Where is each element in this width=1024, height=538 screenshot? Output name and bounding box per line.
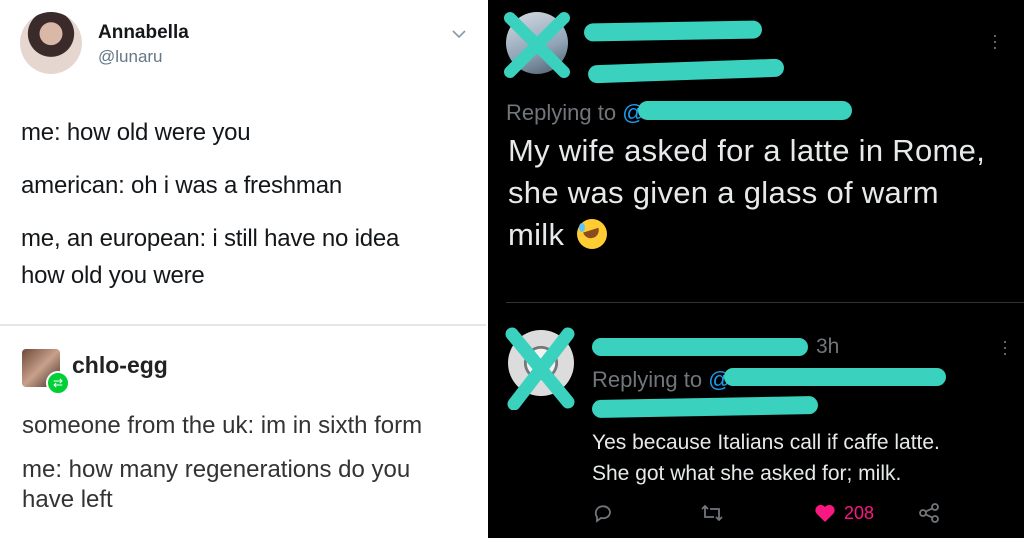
- censor-scribble-reply: [638, 101, 852, 120]
- censor-scribble-name: [583, 20, 763, 42]
- author-name[interactable]: Annabella: [98, 22, 189, 44]
- tweet-text-line: Yes because Italians call if caffe latte…: [592, 431, 940, 454]
- tweet-text-line: how old you were: [21, 262, 205, 289]
- censor-scribble-name: [592, 338, 808, 356]
- heart-icon: [815, 504, 835, 522]
- tumblr-text-line: someone from the uk: im in sixth form: [22, 412, 423, 439]
- tweet-text-line: milk: [508, 217, 608, 253]
- share-icon: [919, 503, 939, 523]
- like-count: 208: [844, 502, 875, 523]
- reply-icon: [594, 505, 611, 523]
- chevron-down-icon[interactable]: [451, 26, 467, 42]
- tweet-text-line: american: oh i was a freshman: [21, 172, 343, 199]
- tweet-text-line: me: how old were you: [21, 119, 251, 146]
- like-button[interactable]: 208: [814, 500, 874, 526]
- right-panel: · · · Replying to @ My wife asked for a la…: [488, 0, 1024, 538]
- censor-scribble-reply-2: [591, 396, 819, 418]
- more-options-icon[interactable]: · · ·: [992, 26, 998, 56]
- tweet-text-word: milk: [508, 217, 565, 252]
- laughing-emoji-icon: [577, 219, 608, 249]
- replying-label: Replying to: [506, 100, 617, 125]
- tumblr-text-line: have left: [22, 486, 113, 513]
- tweet-text-line: she was given a glass of warm: [508, 175, 939, 210]
- divider: [506, 302, 1024, 303]
- censor-cross-icon: [505, 327, 575, 410]
- retweet-button[interactable]: [700, 500, 724, 526]
- retweet-icon: [701, 504, 723, 522]
- avatar[interactable]: [20, 12, 82, 74]
- tweet-text-line: me, an european: i still have no idea: [21, 225, 400, 252]
- censor-scribble-handle: [587, 58, 785, 84]
- author-handle[interactable]: @lunaru: [98, 47, 163, 67]
- tweet-text-line: She got what she asked for; milk.: [592, 462, 902, 485]
- divider: [0, 324, 488, 326]
- replying-to: Replying to @: [506, 100, 645, 126]
- tweet-text-line: My wife asked for a latte in Rome,: [508, 133, 986, 168]
- reblog-icon: ⇄: [46, 371, 70, 395]
- tumblr-username[interactable]: chlo-egg: [72, 352, 168, 379]
- tweet-time[interactable]: 3h: [816, 335, 839, 359]
- replying-to: Replying to @: [592, 367, 731, 393]
- censor-scribble-reply: [724, 368, 946, 386]
- more-options-icon[interactable]: · · ·: [1002, 332, 1008, 362]
- reply-button[interactable]: [592, 500, 614, 526]
- censor-cross-icon: [504, 12, 570, 78]
- replying-label: Replying to: [592, 367, 703, 392]
- tumblr-text-line: me: how many regenerations do you: [22, 456, 411, 483]
- share-button[interactable]: [918, 500, 940, 526]
- left-panel: Annabella @lunaru me: how old were you a…: [0, 0, 488, 538]
